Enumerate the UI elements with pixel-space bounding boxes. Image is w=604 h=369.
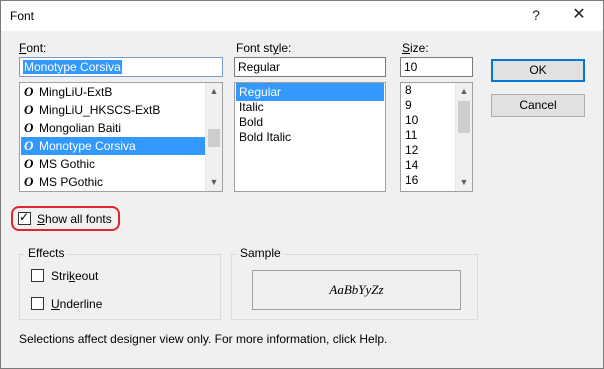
- size-item-label: 12: [405, 143, 419, 157]
- size-item-label: 11: [405, 128, 418, 142]
- style-item-label: Regular: [239, 85, 282, 99]
- size-label-rest: ize:: [410, 41, 429, 55]
- font-style-label: Font style:: [236, 41, 291, 55]
- underline-rest: nderline: [59, 297, 103, 311]
- effects-label: Effects: [25, 246, 68, 260]
- footer-note: Selections affect designer view only. Fo…: [19, 332, 388, 346]
- font-item-label: MS Gothic: [39, 157, 96, 171]
- size-item-label: 16: [405, 173, 419, 187]
- opentype-icon: O: [24, 138, 34, 153]
- opentype-icon: O: [24, 156, 34, 171]
- font-label-rest: ont:: [26, 41, 47, 55]
- font-item-label: Mongolian Baiti: [39, 121, 122, 135]
- font-item-label: MS PGothic: [39, 175, 104, 189]
- size-input[interactable]: 10: [400, 57, 473, 77]
- size-list-item[interactable]: 11: [402, 128, 454, 143]
- show-all-fonts-label[interactable]: Show all fonts: [37, 212, 112, 226]
- font-list-item[interactable]: O MS PGothic: [21, 173, 206, 191]
- size-item-label: 14: [405, 158, 419, 172]
- font-list-scrollbar[interactable]: ▲ ▼: [205, 83, 222, 191]
- size-item-label: 10: [405, 113, 419, 127]
- font-input[interactable]: Monotype Corsiva: [19, 57, 223, 77]
- sample-preview: AaBbYyZz: [252, 270, 461, 310]
- size-item-label: 8: [405, 83, 412, 97]
- font-style-input[interactable]: Regular: [234, 57, 386, 77]
- size-item-label: 9: [405, 98, 412, 112]
- font-style-input-value: Regular: [238, 60, 281, 74]
- style-item-label: Bold Italic: [239, 130, 292, 144]
- sample-label: Sample: [237, 246, 284, 260]
- font-list-item-selected[interactable]: O Monotype Corsiva: [21, 137, 206, 155]
- font-item-label: Monotype Corsiva: [39, 139, 136, 153]
- scroll-thumb[interactable]: [458, 101, 470, 133]
- scroll-up-arrow-icon[interactable]: ▲: [456, 83, 472, 100]
- scroll-thumb[interactable]: [208, 129, 220, 147]
- underline-checkbox[interactable]: [31, 297, 44, 310]
- opentype-icon: O: [24, 84, 34, 99]
- size-list-scrollbar[interactable]: ▲ ▼: [455, 83, 472, 191]
- show-all-fonts-label-rest: how all fonts: [45, 212, 112, 226]
- opentype-icon: O: [24, 102, 34, 117]
- size-list-item[interactable]: 14: [402, 158, 454, 173]
- size-list-item[interactable]: 9: [402, 98, 454, 113]
- font-style-label-b: le:: [278, 41, 292, 55]
- sample-text: AaBbYyZz: [329, 282, 384, 297]
- font-item-label: MingLiU-ExtB: [39, 85, 113, 99]
- help-button[interactable]: ?: [521, 5, 551, 27]
- title-bar: Font ? ✕: [1, 1, 603, 31]
- size-input-value: 10: [404, 60, 418, 74]
- scroll-up-arrow-icon[interactable]: ▲: [206, 83, 222, 100]
- ok-button[interactable]: OK: [491, 59, 585, 82]
- style-item-label: Italic: [239, 100, 264, 114]
- close-button[interactable]: ✕: [564, 5, 594, 27]
- size-list-item[interactable]: 12: [402, 143, 454, 158]
- font-list[interactable]: O MingLiU-ExtB O MingLiU_HKSCS-ExtB O Mongo…: [19, 82, 223, 192]
- font-list-item[interactable]: O MS Gothic: [21, 155, 206, 173]
- font-label: Font:: [19, 41, 47, 55]
- font-list-item[interactable]: O MingLiU-ExtB: [21, 83, 206, 101]
- opentype-icon: O: [24, 174, 34, 189]
- size-list[interactable]: 8 9 10 11 12 14 16 ▲ ▼: [400, 82, 473, 192]
- dialog-title: Font: [10, 9, 35, 23]
- font-input-value: Monotype Corsiva: [23, 60, 122, 74]
- font-list-item[interactable]: O MingLiU_HKSCS-ExtB: [21, 101, 206, 119]
- size-list-item[interactable]: 10: [402, 113, 454, 128]
- cancel-button[interactable]: Cancel: [491, 94, 585, 117]
- font-item-label: MingLiU_HKSCS-ExtB: [39, 103, 161, 117]
- underline-label[interactable]: Underline: [51, 297, 102, 311]
- font-dialog: Font ? ✕ Font: Monotype Corsiva O MingLiU…: [0, 0, 604, 369]
- effects-group: [19, 254, 221, 320]
- strikeout-checkbox[interactable]: [31, 269, 44, 282]
- size-list-item[interactable]: 8: [402, 83, 454, 98]
- size-label: Size:: [402, 41, 429, 55]
- font-style-label-a: Font st: [236, 41, 273, 55]
- strikeout-label[interactable]: Strikeout: [51, 269, 98, 283]
- show-all-fonts-checkbox[interactable]: ✓: [18, 210, 31, 225]
- style-list-item[interactable]: Bold Italic: [236, 128, 384, 146]
- opentype-icon: O: [24, 120, 34, 135]
- checkmark-icon: ✓: [19, 210, 30, 224]
- font-style-list[interactable]: Regular Italic Bold Bold Italic: [234, 82, 386, 192]
- strikeout-a: Stri: [51, 269, 69, 283]
- style-item-label: Bold: [239, 115, 264, 129]
- strikeout-b: eout: [75, 269, 99, 283]
- font-list-item[interactable]: O Mongolian Baiti: [21, 119, 206, 137]
- scroll-down-arrow-icon[interactable]: ▼: [206, 174, 222, 191]
- scroll-down-arrow-icon[interactable]: ▼: [456, 174, 472, 191]
- size-list-item[interactable]: 16: [402, 173, 454, 188]
